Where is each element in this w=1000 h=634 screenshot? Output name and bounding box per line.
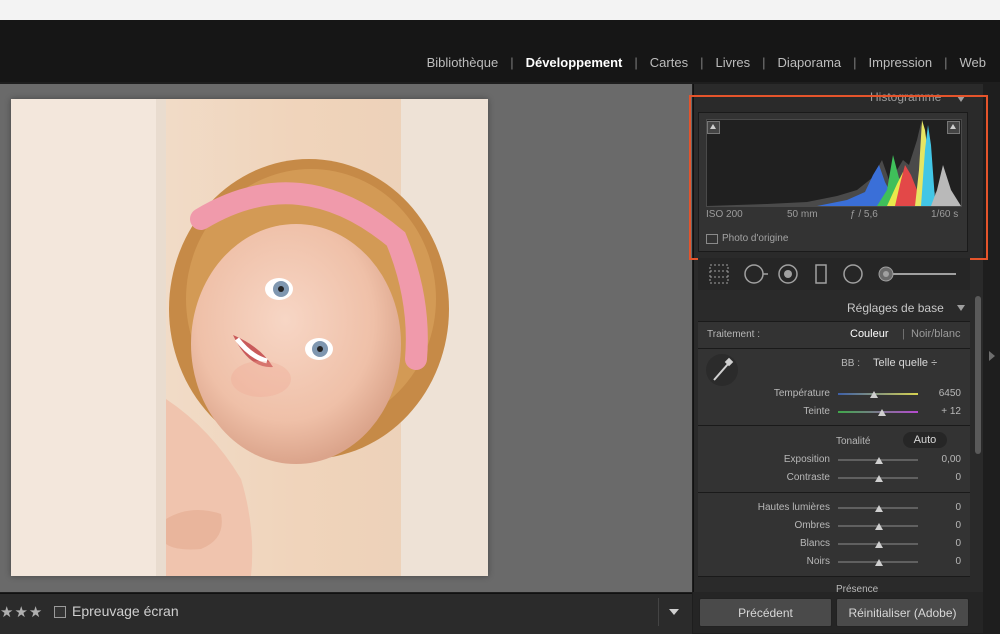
toolbar-content-dropdown[interactable] [661,599,687,625]
basic-panel-title[interactable]: Réglages de base [847,301,944,315]
panel-separator [698,348,970,349]
shadows-value[interactable]: 0 [921,520,961,531]
previous-settings-button[interactable]: Précédent [699,598,832,627]
contrast-label: Contraste [786,472,830,483]
module-map[interactable]: Cartes [650,55,688,70]
highlights-label: Hautes lumières [757,502,830,513]
window-top-strip [0,0,1000,21]
module-web[interactable]: Web [960,55,987,70]
module-library[interactable]: Bibliothèque [427,55,499,70]
whites-label: Blancs [799,538,830,549]
treatment-color-option[interactable]: Couleur [850,328,889,340]
module-picker: Bibliothèque | Développement | Cartes | … [427,55,986,70]
exposure-value[interactable]: 0,00 [921,454,961,465]
exposure-label: Exposition [783,454,830,465]
tint-value[interactable]: + 12 [921,406,961,417]
tone-label: Tonalité [836,436,871,447]
temperature-value[interactable]: 6450 [921,388,961,399]
contrast-value[interactable]: 0 [921,472,961,483]
eyedropper-icon [713,357,734,381]
highlights-slider-thumb[interactable] [875,505,883,512]
annotation-highlight-box [689,95,988,260]
spot-removal-tool-icon[interactable] [744,264,768,284]
treatment-label: Traitement : [707,329,760,340]
module-print[interactable]: Impression [869,55,933,70]
blacks-slider-thumb[interactable] [875,559,883,566]
tool-strip-icons [709,264,956,284]
module-slideshow[interactable]: Diaporama [778,55,842,70]
module-separator: | [510,55,514,70]
graduated-filter-tool-icon[interactable] [815,264,827,284]
panel-separator [698,492,970,493]
blacks-label: Noirs [806,556,830,567]
tint-slider-thumb[interactable] [878,409,886,416]
wb-preset-select[interactable]: Telle quelle ÷ [873,357,937,369]
reset-adobe-button[interactable]: Réinitialiser (Adobe) [836,598,969,627]
crop-tool-icon[interactable] [709,264,729,284]
module-separator: | [634,55,638,70]
module-separator: | [762,55,766,70]
adjustment-brush-tool-icon[interactable] [878,266,956,282]
panel-collapse-icon[interactable] [957,305,965,311]
collapse-right-panel-icon[interactable] [989,351,995,361]
module-separator: | [700,55,704,70]
panel-separator [698,425,970,426]
module-separator: | [853,55,857,70]
treatment-separator: | [902,328,905,340]
module-header [0,20,1000,82]
toolbar-divider [658,598,659,626]
photo-preview[interactable] [11,99,488,576]
whites-value[interactable]: 0 [921,538,961,549]
photo-image [11,99,488,576]
soft-proofing-label: Epreuvage écran [72,603,179,619]
whites-slider-thumb[interactable] [875,541,883,548]
develop-tool-strip [698,258,970,290]
shadows-slider-thumb[interactable] [875,523,883,530]
temperature-label: Température [773,388,830,399]
blacks-value[interactable]: 0 [921,556,961,567]
contrast-slider-thumb[interactable] [875,475,883,482]
treatment-bw-option[interactable]: Noir/blanc [911,328,961,340]
tint-label: Teinte [803,406,830,417]
radial-filter-tool-icon[interactable] [843,264,863,284]
rating-stars[interactable]: ★★★ [0,603,43,621]
highlights-value[interactable]: 0 [921,502,961,513]
right-panel-scrollbar[interactable] [975,296,981,454]
shadows-label: Ombres [794,520,830,531]
auto-tone-button[interactable]: Auto [903,432,947,448]
white-balance-eyedropper[interactable] [706,354,738,386]
module-develop[interactable]: Développement [526,55,623,70]
soft-proofing-checkbox[interactable] [54,606,66,618]
temperature-slider-track[interactable] [838,393,918,395]
module-book[interactable]: Livres [715,55,750,70]
exposure-slider-thumb[interactable] [875,457,883,464]
temperature-slider-thumb[interactable] [870,391,878,398]
chevron-down-icon [669,609,679,615]
module-separator: | [944,55,948,70]
red-eye-tool-icon[interactable] [778,264,798,284]
wb-label: BB : [841,358,860,369]
